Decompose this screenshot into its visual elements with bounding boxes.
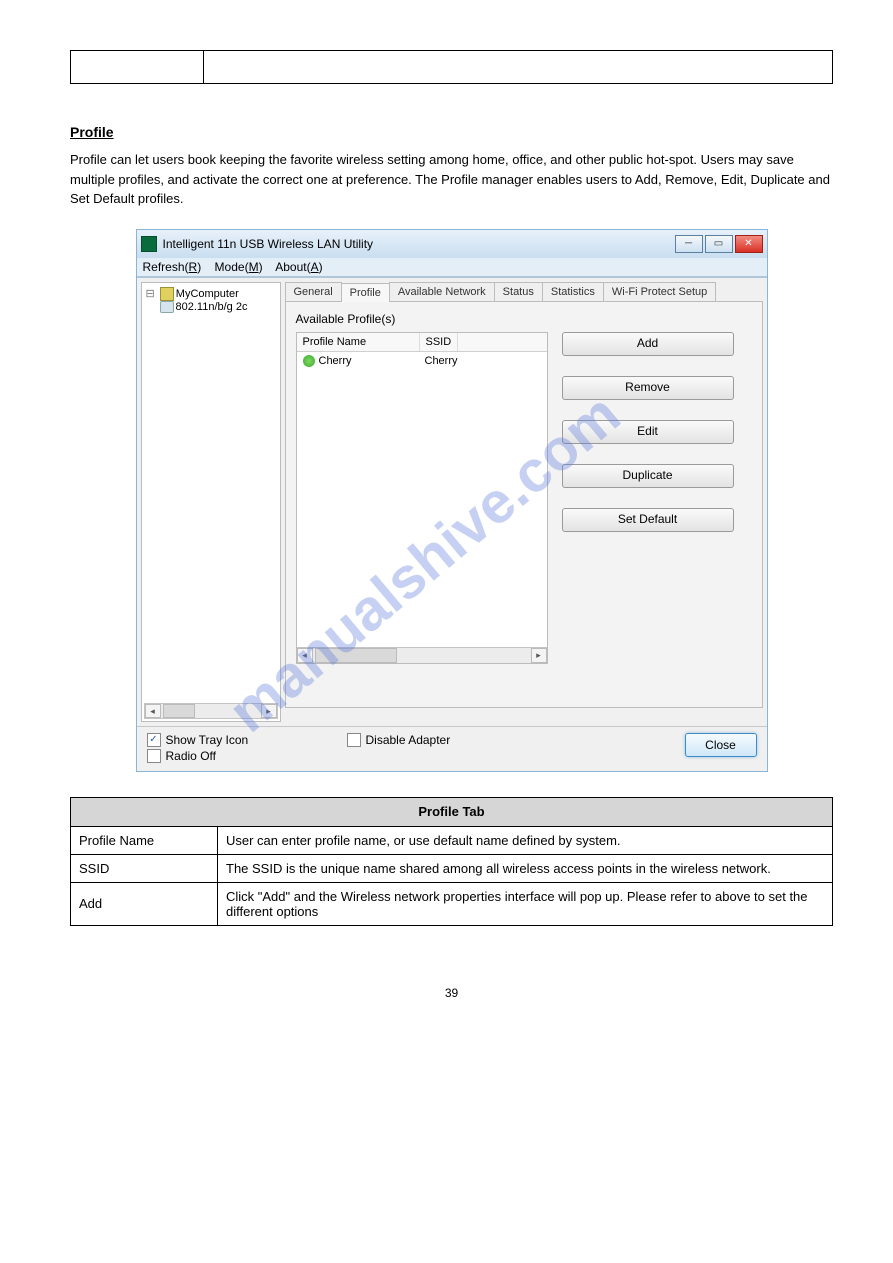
disable-adapter-checkbox[interactable] (347, 733, 361, 747)
remove-button[interactable]: Remove (562, 376, 734, 400)
scroll-left-icon[interactable]: ◂ (145, 704, 161, 718)
profile-row[interactable]: Cherry Cherry (297, 352, 547, 370)
show-tray-checkbox[interactable]: ✓ (147, 733, 161, 747)
available-profiles-label: Available Profile(s) (296, 312, 752, 326)
menubar: Refresh(R) Mode(M) About(A) (137, 258, 767, 277)
tab-statistics[interactable]: Statistics (542, 282, 604, 301)
tree-root[interactable]: MyComputer (146, 287, 276, 301)
table-row: Profile Name User can enter profile name… (71, 826, 833, 854)
desc-key: Profile Name (71, 826, 218, 854)
minimize-button[interactable]: ─ (675, 235, 703, 253)
description-table: Profile Tab Profile Name User can enter … (70, 797, 833, 926)
add-button[interactable]: Add (562, 332, 734, 356)
desc-val: Click "Add" and the Wireless network pro… (218, 882, 833, 925)
profile-row-ssid: Cherry (419, 352, 464, 370)
computer-icon (160, 287, 174, 301)
show-tray-label: Show Tray Icon (166, 733, 249, 747)
radio-off-label: Radio Off (166, 749, 216, 763)
col-ssid[interactable]: SSID (420, 333, 459, 351)
maximize-button[interactable]: ▭ (705, 235, 733, 253)
edit-button[interactable]: Edit (562, 420, 734, 444)
desc-key: Add (71, 882, 218, 925)
profile-row-name: Cherry (319, 355, 352, 367)
signal-icon (303, 355, 315, 367)
tab-available-network[interactable]: Available Network (389, 282, 495, 301)
menu-about[interactable]: About(A) (275, 260, 322, 274)
scroll-right-icon[interactable]: ▸ (261, 704, 277, 718)
section-intro: Profile can let users book keeping the f… (70, 150, 833, 209)
close-window-button[interactable]: ✕ (735, 235, 763, 253)
radio-off-checkbox[interactable] (147, 749, 161, 763)
window-title: Intelligent 11n USB Wireless LAN Utility (163, 237, 675, 251)
tab-wps[interactable]: Wi-Fi Protect Setup (603, 282, 716, 301)
tab-status[interactable]: Status (494, 282, 543, 301)
profile-list-scrollbar[interactable]: ◂ ▸ (297, 647, 547, 663)
col-profile-name[interactable]: Profile Name (297, 333, 420, 351)
adapter-icon (160, 301, 174, 313)
close-button[interactable]: Close (685, 733, 757, 757)
page-number: 39 (70, 986, 833, 1000)
tree-child-label: 802.11n/b/g 2c (176, 301, 248, 313)
app-icon (141, 236, 157, 252)
titlebar: Intelligent 11n USB Wireless LAN Utility… (137, 230, 767, 258)
tree-pane: MyComputer 802.11n/b/g 2c ◂ ▸ (141, 282, 281, 722)
tab-content: Available Profile(s) Profile Name SSID C… (285, 302, 763, 708)
tab-strip: General Profile Available Network Status… (285, 282, 763, 302)
profile-list[interactable]: Profile Name SSID Cherry Cherry ◂ (296, 332, 548, 664)
tree-scrollbar[interactable]: ◂ ▸ (144, 703, 278, 719)
table-row: Add Click "Add" and the Wireless network… (71, 882, 833, 925)
tab-general[interactable]: General (285, 282, 342, 301)
section-heading: Profile (70, 124, 833, 140)
window-footer: ✓ Show Tray Icon Radio Off Disable Adapte… (137, 726, 767, 771)
duplicate-button[interactable]: Duplicate (562, 464, 734, 488)
tab-profile[interactable]: Profile (341, 283, 390, 302)
top-spacer-table (70, 50, 833, 84)
desc-table-header: Profile Tab (71, 797, 833, 826)
disable-adapter-label: Disable Adapter (366, 733, 451, 747)
scroll-right-icon[interactable]: ▸ (531, 648, 547, 663)
desc-val: The SSID is the unique name shared among… (218, 854, 833, 882)
tree-root-label: MyComputer (176, 288, 239, 300)
menu-refresh[interactable]: Refresh(R) (143, 260, 202, 274)
set-default-button[interactable]: Set Default (562, 508, 734, 532)
profile-list-header: Profile Name SSID (297, 333, 547, 352)
desc-val: User can enter profile name, or use defa… (218, 826, 833, 854)
menu-mode[interactable]: Mode(M) (215, 260, 263, 274)
scroll-left-icon[interactable]: ◂ (297, 648, 313, 663)
app-window: Intelligent 11n USB Wireless LAN Utility… (136, 229, 768, 772)
scroll-thumb[interactable] (163, 704, 195, 718)
desc-key: SSID (71, 854, 218, 882)
tree-child[interactable]: 802.11n/b/g 2c (160, 301, 276, 313)
scroll-thumb[interactable] (315, 648, 397, 663)
table-row: SSID The SSID is the unique name shared … (71, 854, 833, 882)
